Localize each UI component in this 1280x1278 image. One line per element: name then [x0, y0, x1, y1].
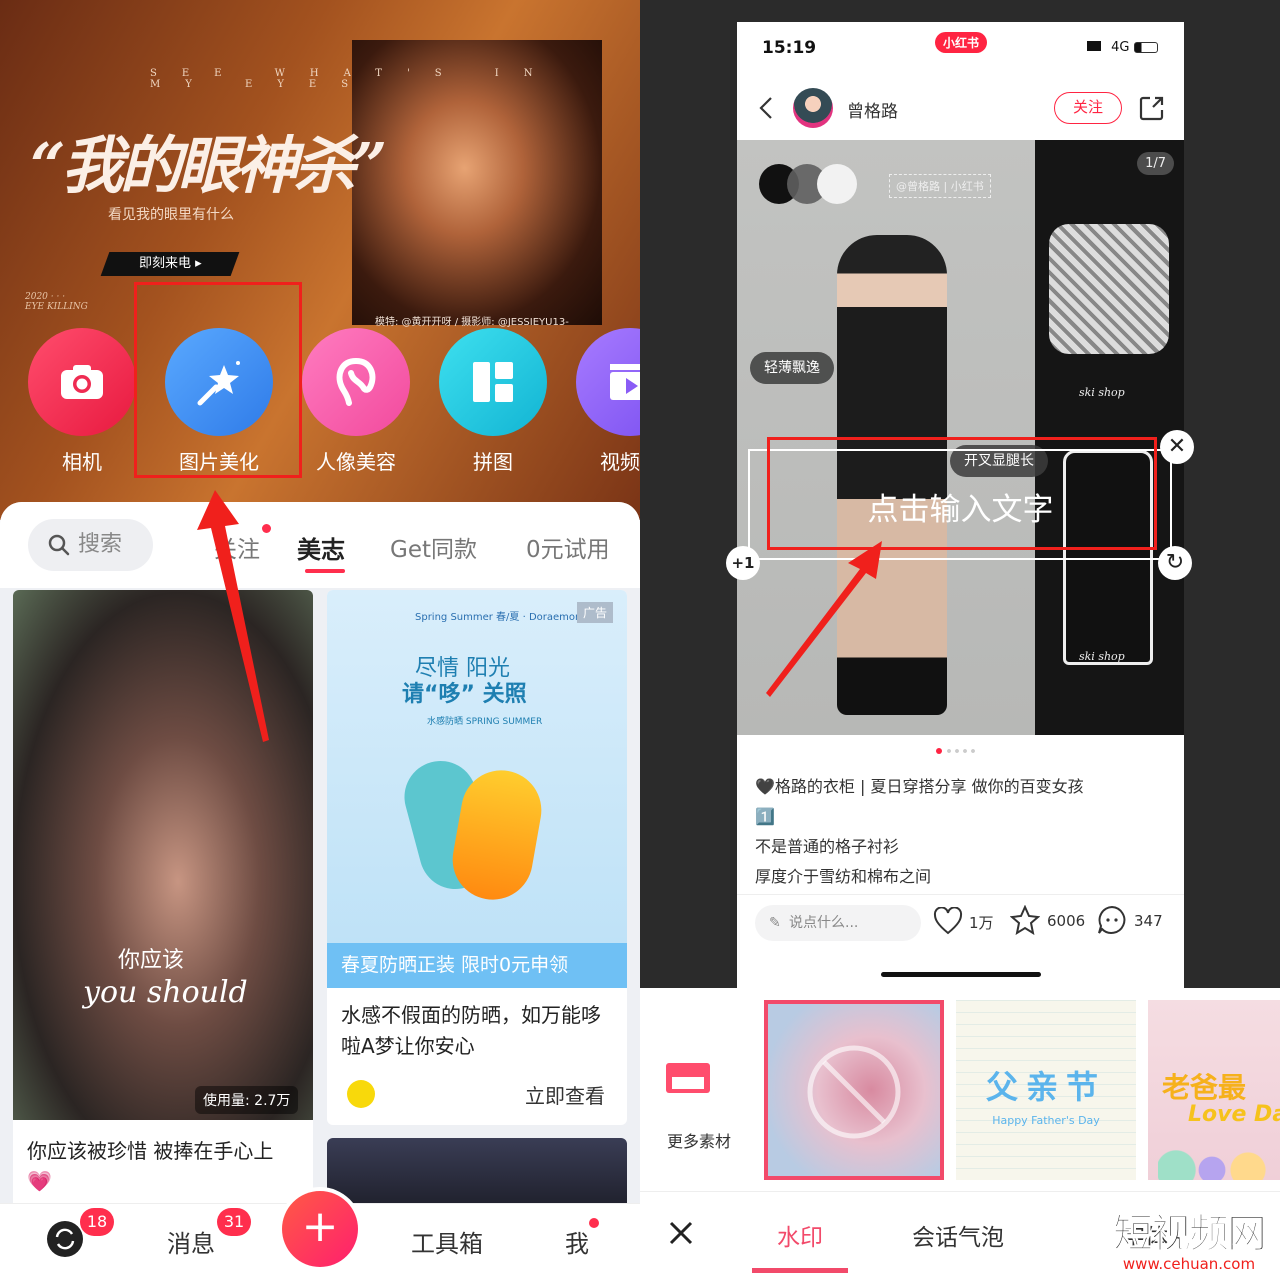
duplicate-sticker-button[interactable]: +1 — [726, 546, 760, 580]
red-arrow — [766, 541, 882, 697]
right-screen: 15:19 小红书 4G 曾格路 关注 @曾格路 | 小红书 1/7 ski s… — [640, 0, 1280, 1278]
ad-title: 水感不假面的防晒，如万能哆啦A梦让你安心 — [341, 1003, 601, 1058]
tool-video[interactable]: 视频美 — [575, 328, 640, 475]
search-icon — [48, 534, 70, 556]
tab-meizhi[interactable]: 美志 — [297, 530, 345, 565]
video-icon — [576, 328, 640, 436]
carousel-dot-active — [936, 748, 942, 754]
sticker-none[interactable] — [764, 1000, 944, 1180]
red-arrow — [197, 490, 269, 742]
note-view: 15:19 小红书 4G 曾格路 关注 @曾格路 | 小红书 1/7 ski s… — [737, 22, 1184, 988]
add-post-button[interactable]: + — [282, 1191, 358, 1267]
banner-title: “我的眼神杀” — [30, 129, 387, 202]
app-badge: 小红书 — [935, 32, 988, 53]
tab-get-same[interactable]: Get同款 — [390, 530, 477, 564]
search-button[interactable]: 搜索 — [28, 519, 153, 571]
close-icon[interactable] — [668, 1220, 694, 1246]
like-count: 1万 — [969, 914, 994, 932]
refresh-icon[interactable] — [47, 1221, 83, 1257]
store-icon[interactable] — [666, 1063, 710, 1093]
feed-tabs: 搜索 关注 美志 Get同款 0元试用 — [0, 502, 640, 588]
battery-icon — [1133, 42, 1158, 53]
carousel-dots — [945, 749, 977, 753]
comment-count: 347 — [1134, 912, 1163, 930]
text-input-placeholder[interactable]: 点击输入文字 — [737, 484, 1184, 529]
site-watermark: 短视频网 www.cehuan.com — [1113, 1211, 1268, 1273]
nav-toolbox[interactable]: 工具箱 — [411, 1224, 483, 1259]
banner-credit: 模特: @黄开开呀 / 摄影师: @JESSIEYU13- — [375, 317, 569, 328]
ad-card[interactable]: Spring Summer 春/夏 · Doraemon 广告 尽情 阳光 请“… — [327, 590, 627, 1125]
close-sticker-button[interactable]: ✕ — [1160, 430, 1194, 464]
banner-note: 2020 · · · EYE KILLING — [25, 292, 88, 312]
tab-free-trial[interactable]: 0元试用 — [526, 530, 610, 564]
ad-promo-strip: 春夏防晒正装 限时0元申领 — [327, 943, 627, 988]
collage-icon — [439, 328, 547, 436]
author-name[interactable]: 曾格路 — [847, 97, 898, 122]
usage-count: 使用量: 2.7万 — [195, 1086, 299, 1114]
pencil-icon: ✎ — [769, 915, 781, 931]
banner-subtitle: 看见我的眼里有什么 — [108, 207, 234, 223]
face-icon — [302, 328, 410, 436]
banner-tagline: SEE WHAT'S IN MY EYES — [150, 68, 558, 90]
nav-messages[interactable]: 消息 — [167, 1224, 215, 1259]
home-indicator — [881, 972, 1041, 977]
author-avatar[interactable] — [793, 88, 833, 128]
banner-cta-button[interactable]: 即刻来电 ▸ — [100, 252, 240, 276]
tool-collage[interactable]: 拼图 — [438, 328, 548, 475]
nav-me[interactable]: 我 — [565, 1224, 589, 1259]
overlay-text-en: you should — [83, 975, 248, 1010]
sticker-love-dad[interactable]: 老爸最 Love Dad — [1148, 1000, 1280, 1180]
rotate-sticker-handle[interactable]: ↻ — [1158, 546, 1192, 580]
follow-button[interactable]: 关注 — [1054, 92, 1122, 124]
ad-badge: 广告 — [576, 602, 613, 623]
tab-watermark[interactable]: 水印 — [777, 1218, 823, 1252]
star-icon[interactable] — [1010, 905, 1040, 935]
back-icon[interactable] — [759, 96, 773, 120]
image-tag[interactable]: 轻薄飘逸 — [750, 352, 834, 384]
messages-badge: 31 — [217, 1208, 251, 1236]
brand-avatar — [347, 1080, 375, 1108]
active-tab-indicator — [752, 1268, 848, 1273]
comment-input[interactable]: ✎ 说点什么... — [755, 905, 921, 941]
status-time: 15:19 — [762, 38, 817, 58]
active-tab-indicator — [305, 569, 345, 573]
home-badge: 18 — [80, 1208, 114, 1236]
camera-icon — [28, 328, 136, 436]
more-materials-button[interactable]: 更多素材 — [667, 1128, 731, 1152]
left-screen: SEE WHAT'S IN MY EYES “我的眼神杀” 看见我的眼里有什么 … — [0, 0, 640, 1278]
brand-label: ski shop — [1079, 650, 1125, 663]
heart-icon[interactable] — [933, 907, 963, 935]
action-bar: ✎ 说点什么... 1万 6006 347 — [737, 894, 1184, 974]
notification-dot — [589, 1218, 599, 1228]
share-icon[interactable] — [1139, 95, 1165, 121]
star-count: 6006 — [1047, 912, 1086, 930]
post-text: 🖤格路的衣柜 | 夏日穿搭分享 做你的百变女孩 1️⃣ 不是普通的格子衬衫 厚度… — [755, 777, 1084, 886]
divider — [640, 1191, 1280, 1192]
swatch-white — [817, 164, 857, 204]
card-title: 你应该被珍惜 被捧在手心上💗 — [27, 1139, 274, 1193]
brand-label: ski shop — [1079, 386, 1125, 399]
comment-icon[interactable] — [1097, 905, 1127, 935]
no-watermark-icon — [807, 1045, 901, 1139]
image-counter: 1/7 — [1137, 152, 1174, 175]
ad-image: Spring Summer 春/夏 · Doraemon 广告 尽情 阳光 请“… — [327, 590, 627, 943]
shirt-image — [1049, 224, 1169, 354]
overlay-text: 你应该 — [118, 948, 185, 973]
image-watermark: @曾格路 | 小红书 — [889, 174, 991, 198]
tab-chat-bubble[interactable]: 会话气泡 — [912, 1218, 1004, 1252]
tool-camera[interactable]: 相机 — [27, 328, 137, 475]
tool-portrait-beauty[interactable]: 人像美容 — [301, 328, 411, 475]
sticker-fathers-day[interactable]: 父亲节 Happy Father's Day — [956, 1000, 1136, 1180]
view-now-link[interactable]: 立即查看 — [525, 1080, 605, 1109]
highlight-box — [134, 282, 302, 478]
status-network: 4G — [1087, 40, 1158, 55]
